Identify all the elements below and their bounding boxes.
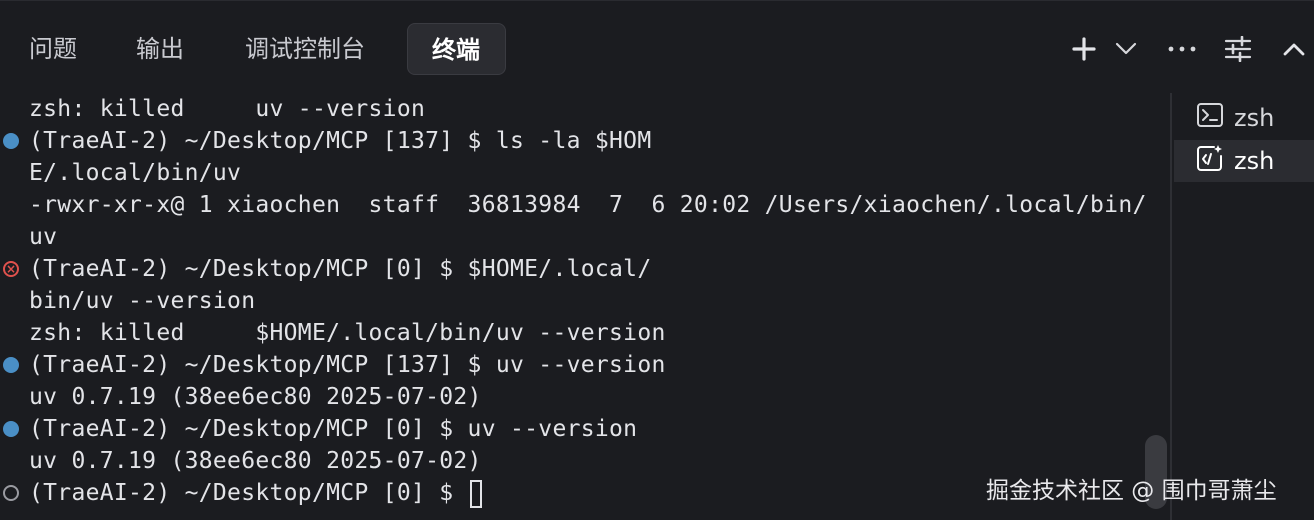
terminal-line: uv [29, 224, 58, 250]
command-success-icon[interactable] [3, 421, 19, 437]
command-error-icon[interactable]: × [3, 261, 19, 277]
tab-output[interactable]: 输出 [136, 23, 184, 75]
panel-tab-bar: 问题 输出 调试控制台 终端 [0, 1, 1314, 93]
command-success-icon[interactable] [3, 357, 19, 373]
terminal-cursor [469, 479, 482, 508]
tab-terminal[interactable]: 终端 [407, 23, 506, 75]
terminal-line: (TraeAI-2) ~/Desktop/MCP [0] $ uv --vers… [29, 416, 638, 442]
session-label: zsh [1234, 147, 1275, 175]
terminal-line: zsh: killed uv --version [29, 96, 426, 122]
command-success-icon[interactable] [3, 133, 19, 149]
session-label: zsh [1234, 104, 1275, 132]
chevron-up-icon[interactable] [1276, 31, 1312, 67]
watermark: 掘金技术社区 @ 围巾哥萧尘 [986, 478, 1277, 504]
session-item-zsh-2[interactable]: zsh [1174, 140, 1314, 182]
more-icon[interactable] [1164, 31, 1200, 67]
ai-terminal-icon [1196, 144, 1234, 178]
tab-debug-console[interactable]: 调试控制台 [245, 23, 365, 75]
terminal-line: bin/uv --version [29, 288, 256, 314]
terminal-line: uv 0.7.19 (38ee6ec80 2025-07-02) [29, 384, 482, 410]
session-item-zsh-1[interactable]: zsh [1174, 97, 1314, 139]
terminal-session-list: zsh zsh [1170, 93, 1314, 520]
terminal-output[interactable]: zsh: killed uv --version (TraeAI-2) ~/De… [0, 93, 1170, 520]
terminal-panel: 问题 输出 调试控制台 终端 zsh: killed uv --version … [0, 0, 1314, 520]
terminal-prompt: (TraeAI-2) ~/Desktop/MCP [0] $ [29, 480, 468, 506]
terminal-line: (TraeAI-2) ~/Desktop/MCP [137] $ ls -la … [29, 128, 652, 154]
terminal-line: (TraeAI-2) ~/Desktop/MCP [0] $ $HOME/.lo… [29, 256, 652, 282]
terminal-line: E/.local/bin/uv [29, 160, 242, 186]
terminal-line: (TraeAI-2) ~/Desktop/MCP [137] $ uv --ve… [29, 352, 666, 378]
terminal-line: zsh: killed $HOME/.local/bin/uv --versio… [29, 320, 666, 346]
terminal-line: uv 0.7.19 (38ee6ec80 2025-07-02) [29, 448, 482, 474]
terminal-line: -rwxr-xr-x@ 1 xiaochen staff 36813984 7 … [29, 192, 1147, 218]
plus-icon[interactable] [1066, 31, 1102, 67]
chevron-down-icon[interactable] [1108, 31, 1144, 67]
command-pending-icon [3, 485, 19, 501]
tab-problems[interactable]: 问题 [29, 23, 77, 75]
terminal-prompt-line[interactable]: (TraeAI-2) ~/Desktop/MCP [0] $ [29, 477, 482, 509]
terminal-icon [1196, 102, 1234, 134]
sliders-icon[interactable] [1220, 31, 1256, 67]
